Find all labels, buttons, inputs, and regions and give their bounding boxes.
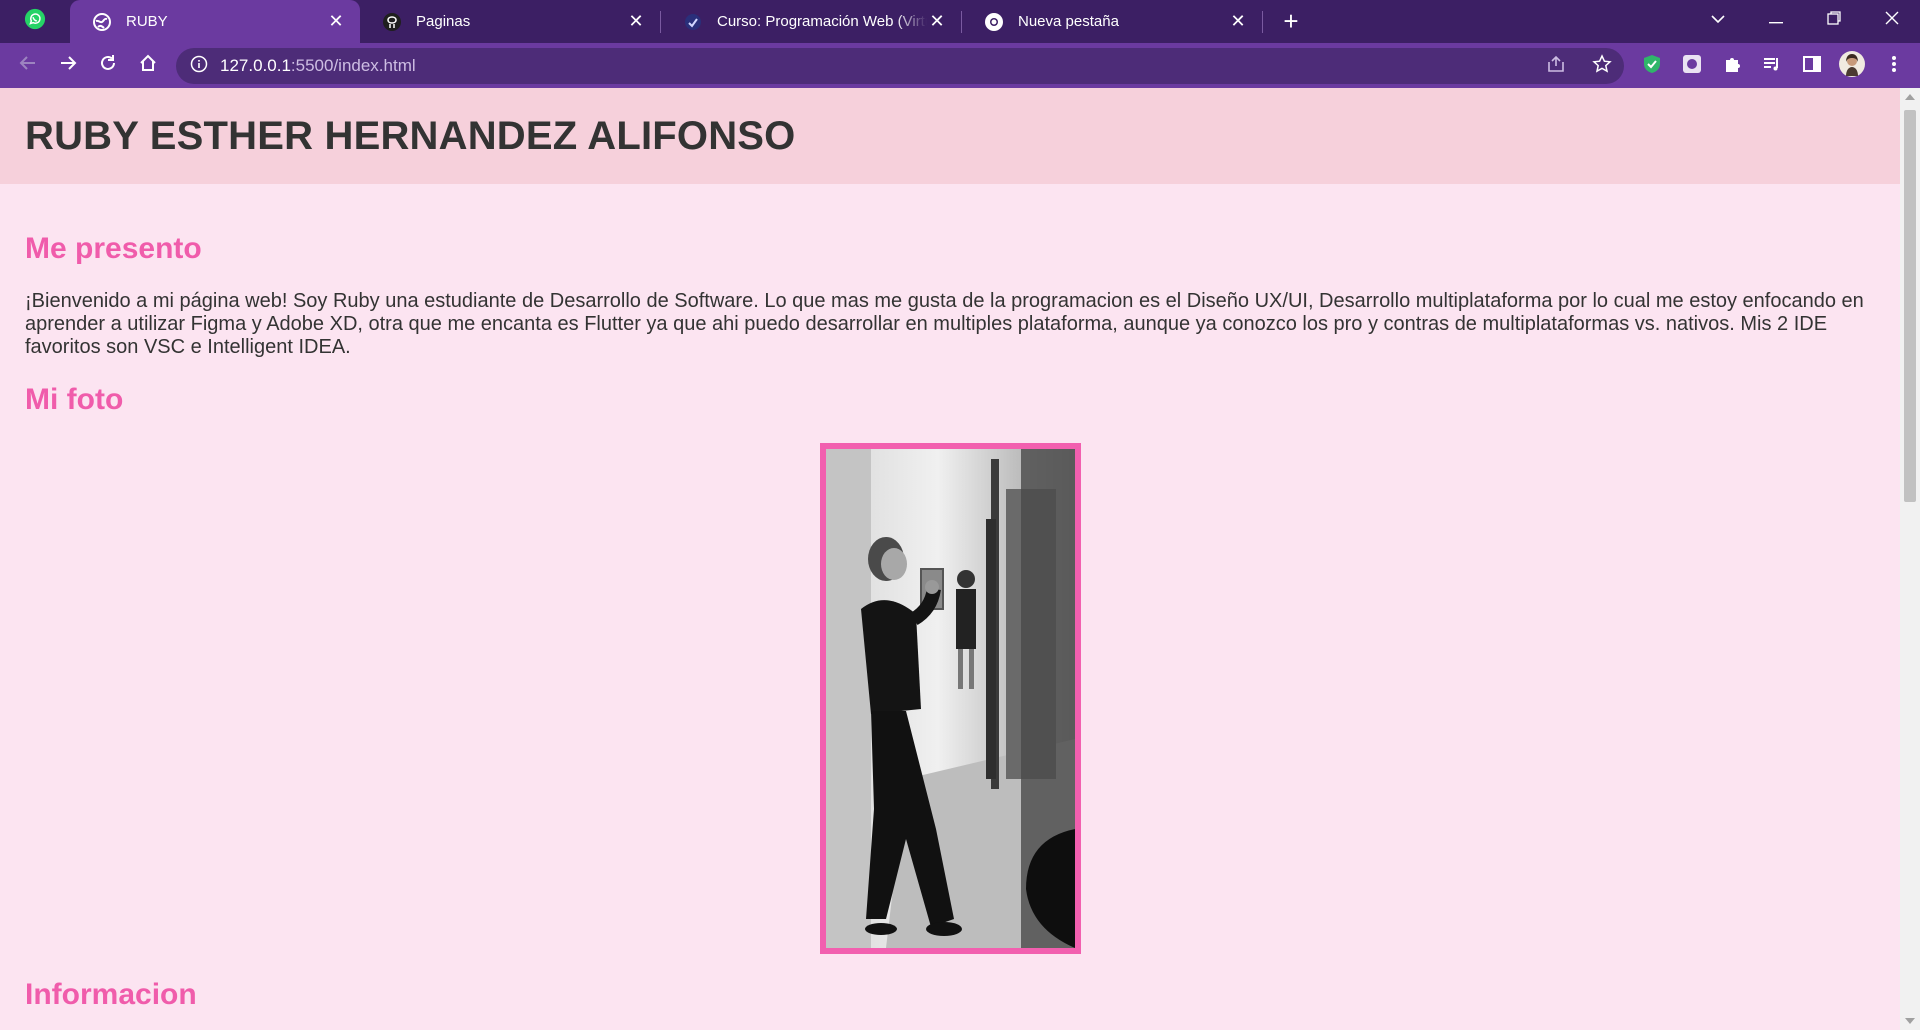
kebab-menu-icon [1891, 54, 1897, 79]
section-title-informacion: Informacion [25, 978, 197, 1011]
playlist-icon [1762, 54, 1782, 79]
plus-icon: + [1283, 6, 1299, 36]
section-title-me-presento: Me presento [25, 232, 202, 265]
profile-button[interactable] [1834, 48, 1870, 84]
pinned-tab-whatsapp[interactable] [0, 0, 70, 43]
arrow-right-icon [58, 53, 78, 78]
media-control-button[interactable] [1754, 48, 1790, 84]
restore-icon [1827, 10, 1841, 30]
close-window-button[interactable] [1864, 0, 1920, 40]
new-tab-button[interactable]: + [1271, 0, 1311, 43]
address-bar-actions [1546, 48, 1612, 84]
whatsapp-icon [24, 8, 46, 35]
home-icon [138, 53, 158, 78]
globe-icon [92, 12, 112, 32]
section-title-mi-foto: Mi foto [25, 383, 124, 416]
tab-paginas[interactable]: Paginas ✕ [360, 0, 660, 43]
main-content: Me presento ¡Bienvenido a mi página web!… [0, 232, 1900, 1012]
forward-button[interactable] [48, 46, 88, 86]
url-path: :5500/index.html [290, 56, 416, 75]
extension-shield-button[interactable] [1634, 48, 1670, 84]
close-tab-icon[interactable]: ✕ [626, 11, 646, 32]
minimize-icon [1769, 11, 1783, 29]
page-title: RUBY ESTHER HERNANDEZ ALIFONSO [25, 113, 796, 158]
scroll-down-arrow-icon[interactable] [1905, 1018, 1915, 1024]
star-icon[interactable] [1592, 53, 1612, 79]
tab-separator [1262, 10, 1263, 33]
intro-paragraph: ¡Bienvenido a mi página web! Soy Ruby un… [25, 290, 1864, 358]
scroll-up-arrow-icon[interactable] [1905, 94, 1915, 100]
tab-nueva-pestana[interactable]: Nueva pestaña ✕ [962, 0, 1262, 43]
tab-title: RUBY [126, 13, 168, 30]
close-tab-icon[interactable]: ✕ [1228, 11, 1248, 32]
chrome-icon [984, 12, 1004, 32]
tab-title: Nueva pestaña [1018, 13, 1119, 30]
share-icon[interactable] [1546, 54, 1566, 79]
side-panel-button[interactable] [1794, 48, 1830, 84]
shield-icon [1641, 53, 1663, 80]
scrollbar-thumb[interactable] [1904, 110, 1916, 502]
tab-strip: RUBY ✕ Paginas ✕ Curso: Programación Web… [0, 0, 1920, 43]
extension-tile-icon [1681, 53, 1703, 80]
tab-title: Paginas [416, 13, 471, 30]
browser-toolbar: 127.0.0.1:5500/index.html [0, 43, 1920, 88]
info-icon[interactable] [190, 55, 208, 78]
back-button[interactable] [8, 46, 48, 86]
avatar [1838, 50, 1866, 83]
minimize-button[interactable] [1748, 0, 1804, 40]
restore-button[interactable] [1806, 0, 1862, 40]
menu-button[interactable] [1876, 48, 1912, 84]
home-button[interactable] [128, 46, 168, 86]
course-icon [683, 12, 703, 32]
puzzle-icon [1722, 54, 1742, 79]
tab-search-button[interactable] [1690, 0, 1746, 40]
url-host: 127.0.0.1 [220, 56, 291, 75]
web-page: RUBY ESTHER HERNANDEZ ALIFONSO Me presen… [0, 88, 1900, 1030]
tab-title: Curso: Programación Web (Virtua [717, 13, 927, 30]
reload-button[interactable] [88, 46, 128, 86]
extensions-button[interactable] [1714, 48, 1750, 84]
reload-icon [98, 53, 118, 78]
page-scrollbar[interactable] [1900, 88, 1920, 1030]
tab-ruby[interactable]: RUBY ✕ [70, 0, 360, 43]
close-icon [1885, 11, 1899, 30]
profile-photo [819, 443, 1081, 954]
address-bar[interactable]: 127.0.0.1:5500/index.html [176, 48, 1624, 84]
close-tab-icon[interactable]: ✕ [326, 11, 346, 32]
extension-tile-button[interactable] [1674, 48, 1710, 84]
side-panel-icon [1802, 54, 1822, 79]
site-header: RUBY ESTHER HERNANDEZ ALIFONSO [0, 88, 1900, 184]
chevron-down-icon [1710, 11, 1726, 29]
arrow-left-icon [18, 53, 38, 78]
close-tab-icon[interactable]: ✕ [927, 11, 947, 32]
profile-photo-image [825, 449, 1075, 948]
tab-curso[interactable]: Curso: Programación Web (Virtua ✕ [661, 0, 961, 43]
photo-container [25, 443, 1875, 954]
github-icon [382, 12, 402, 32]
